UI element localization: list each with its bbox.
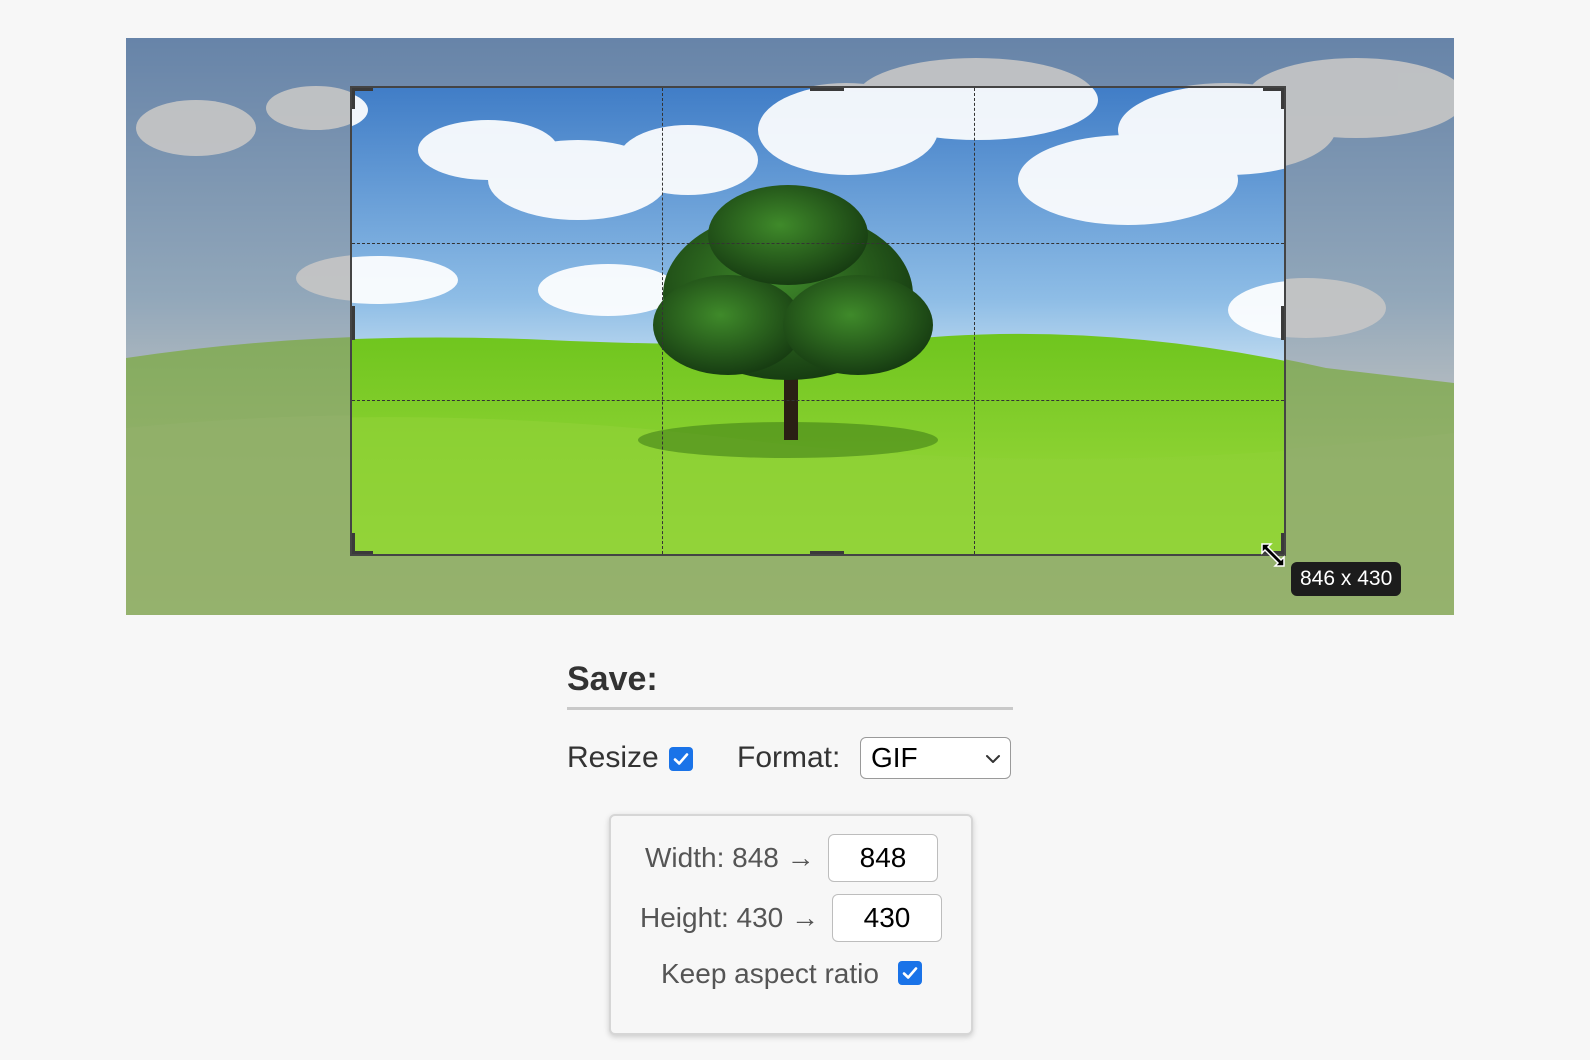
width-label: Width: 848 → bbox=[645, 842, 815, 873]
width-input[interactable]: 848 bbox=[828, 834, 938, 882]
height-input[interactable]: 430 bbox=[832, 894, 942, 942]
height-label: Height: 430 → bbox=[640, 902, 819, 933]
crop-handle-right[interactable] bbox=[1281, 306, 1284, 340]
crop-box[interactable] bbox=[350, 86, 1286, 556]
format-select[interactable]: GIF bbox=[860, 737, 1011, 779]
keep-aspect-ratio-checkbox[interactable] bbox=[898, 961, 922, 985]
crop-handle-top-left[interactable] bbox=[352, 88, 373, 109]
grid-line-horizontal bbox=[352, 400, 1284, 401]
save-heading: Save: bbox=[567, 660, 1013, 710]
crop-handle-top-right[interactable] bbox=[1263, 88, 1284, 109]
crop-preview-image bbox=[352, 88, 1284, 554]
grid-line-vertical bbox=[662, 88, 663, 554]
grid-line-vertical bbox=[974, 88, 975, 554]
keep-aspect-ratio-label: Keep aspect ratio bbox=[661, 958, 879, 989]
checkmark-icon bbox=[902, 967, 918, 979]
format-label: Format: bbox=[737, 741, 841, 774]
checkmark-icon bbox=[673, 753, 689, 765]
format-select-value: GIF bbox=[871, 742, 918, 773]
save-options-row: Resize Format: GIF bbox=[567, 737, 1013, 781]
resize-label: Resize bbox=[567, 741, 659, 774]
chevron-down-icon bbox=[986, 755, 1000, 763]
crop-handle-bottom[interactable] bbox=[810, 551, 844, 554]
image-canvas[interactable]: 846 x 430 bbox=[126, 38, 1454, 615]
crop-handle-left[interactable] bbox=[352, 306, 355, 340]
resize-diagonal-icon bbox=[1261, 543, 1285, 567]
grid-line-horizontal bbox=[352, 243, 1284, 244]
crop-size-tooltip: 846 x 430 bbox=[1291, 562, 1402, 596]
resize-dimensions-panel: Width: 848 → 848 Height: 430 → 430 Keep … bbox=[609, 814, 973, 1035]
crop-handle-bottom-left[interactable] bbox=[352, 533, 373, 554]
crop-handle-top[interactable] bbox=[810, 88, 844, 91]
resize-checkbox[interactable] bbox=[669, 747, 693, 771]
